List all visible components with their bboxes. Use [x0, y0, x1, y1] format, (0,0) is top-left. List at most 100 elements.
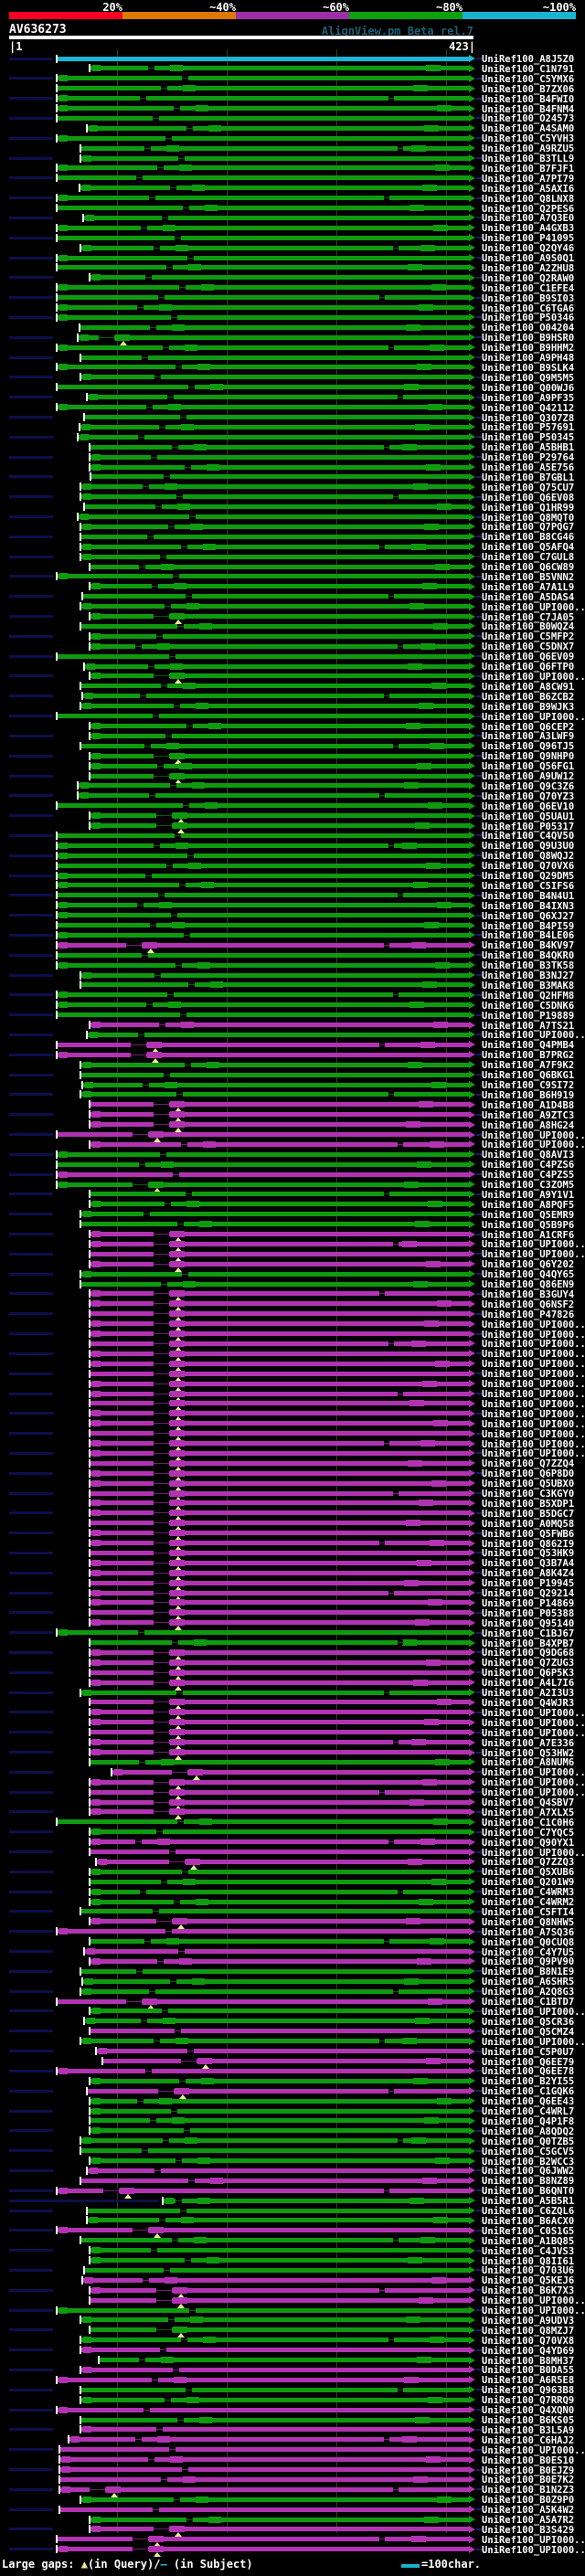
- alignment-bar[interactable]: [84, 415, 469, 419]
- alignment-bar[interactable]: [90, 1620, 469, 1626]
- alignment-bar[interactable]: [80, 155, 469, 161]
- alignment-bar[interactable]: [57, 923, 469, 928]
- subject-label[interactable]: UniRef100_Q4PMB4: [482, 1041, 574, 1051]
- subject-label[interactable]: UniRef100_B4FNM4: [482, 104, 574, 114]
- subject-label[interactable]: UniRef100_Q0TZB5: [482, 2136, 574, 2147]
- subject-label[interactable]: UniRef100_UPI000..: [482, 1439, 585, 1449]
- subject-label[interactable]: UniRef100_UPI000..: [482, 1410, 585, 1420]
- subject-label[interactable]: UniRef100_UPI000..: [482, 1240, 585, 1250]
- alignment-bar[interactable]: [57, 2307, 469, 2313]
- alignment-bar[interactable]: [90, 1958, 469, 1964]
- alignment-bar[interactable]: [80, 2427, 469, 2433]
- alignment-bar[interactable]: [90, 1141, 469, 1147]
- subject-label[interactable]: UniRef100_B3TLL9: [482, 154, 574, 164]
- alignment-bar[interactable]: [57, 714, 469, 719]
- alignment-bar[interactable]: [57, 903, 469, 908]
- alignment-bar[interactable]: [90, 1351, 469, 1356]
- alignment-bar[interactable]: [90, 1391, 469, 1396]
- subject-label[interactable]: UniRef100_Q5AFQ4: [482, 543, 574, 553]
- subject-label[interactable]: UniRef100_Q7ZZQ4: [482, 1459, 574, 1469]
- alignment-bar[interactable]: [80, 743, 469, 748]
- alignment-bar[interactable]: [90, 2297, 469, 2303]
- alignment-bar[interactable]: [90, 763, 469, 769]
- alignment-bar[interactable]: [102, 2059, 469, 2063]
- alignment-bar[interactable]: [57, 76, 469, 81]
- alignment-bar[interactable]: [90, 2248, 469, 2253]
- alignment-bar[interactable]: [80, 623, 469, 629]
- subject-label[interactable]: UniRef100_UPI000..: [482, 2037, 585, 2047]
- alignment-bar[interactable]: [90, 673, 469, 679]
- subject-label[interactable]: UniRef100_A9RZU5: [482, 144, 574, 154]
- subject-label[interactable]: UniRef100_A6R5E8: [482, 2376, 574, 2386]
- subject-label[interactable]: UniRef100_B5XDP1: [482, 1500, 574, 1510]
- subject-label[interactable]: UniRef100_B6ACX0: [482, 2217, 574, 2227]
- alignment-bar[interactable]: [112, 1769, 469, 1775]
- subject-label[interactable]: UniRef100_C5P0U7: [482, 2047, 574, 2057]
- alignment-bar[interactable]: [90, 1680, 469, 1685]
- subject-label[interactable]: UniRef100_Q5UAU1: [482, 811, 574, 822]
- alignment-bar[interactable]: [90, 1311, 469, 1317]
- alignment-bar[interactable]: [87, 2208, 469, 2213]
- subject-label[interactable]: UniRef100_UPI000..: [482, 1778, 585, 1788]
- alignment-bar[interactable]: [59, 2507, 469, 2512]
- alignment-bar[interactable]: [90, 2118, 469, 2124]
- alignment-bar[interactable]: [80, 2387, 469, 2392]
- subject-label[interactable]: UniRef100_A7Q3E0: [482, 214, 574, 224]
- alignment-bar[interactable]: [57, 2547, 469, 2552]
- subject-label[interactable]: UniRef100_UPI000..: [482, 2536, 585, 2546]
- subject-label[interactable]: UniRef100_A7A1L9: [482, 583, 574, 593]
- subject-label[interactable]: UniRef100_A2ZHU8: [482, 264, 574, 274]
- alignment-bar[interactable]: [80, 524, 469, 529]
- subject-label[interactable]: UniRef100_A9PH48: [482, 354, 574, 364]
- subject-label[interactable]: UniRef100_B7PRG2: [482, 1051, 574, 1061]
- subject-label[interactable]: UniRef100_A4GXB3: [482, 224, 574, 234]
- subject-label[interactable]: UniRef100_B4XPB7: [482, 1638, 574, 1648]
- subject-label[interactable]: UniRef100_C5DNX7: [482, 642, 574, 652]
- subject-label[interactable]: UniRef100_UPI000..: [482, 2546, 585, 2556]
- alignment-bar[interactable]: [78, 514, 469, 520]
- alignment-bar[interactable]: [57, 962, 469, 968]
- alignment-bar[interactable]: [80, 982, 469, 988]
- subject-label[interactable]: UniRef100_P50345: [482, 433, 574, 443]
- subject-label[interactable]: UniRef100_B9WJK3: [482, 702, 574, 712]
- subject-label[interactable]: UniRef100_Q8WQJ2: [482, 852, 574, 862]
- alignment-bar[interactable]: [80, 494, 469, 500]
- alignment-bar[interactable]: [90, 1869, 469, 1874]
- subject-label[interactable]: UniRef100_B4IXN3: [482, 902, 574, 912]
- subject-label[interactable]: UniRef100_A7XLX5: [482, 1808, 574, 1818]
- subject-label[interactable]: UniRef100_Q703U6: [482, 2266, 574, 2276]
- alignment-bar[interactable]: [82, 2277, 469, 2283]
- subject-label[interactable]: UniRef100_Q9PV90: [482, 1957, 574, 1967]
- subject-label[interactable]: UniRef100_Q6P8D0: [482, 1469, 574, 1479]
- alignment-bar[interactable]: [90, 2128, 469, 2134]
- alignment-bar[interactable]: [80, 1281, 469, 1287]
- alignment-bar[interactable]: [59, 2476, 469, 2482]
- subject-label[interactable]: UniRef100_B9SI03: [482, 293, 574, 303]
- subject-label[interactable]: UniRef100_Q9M5M5: [482, 374, 574, 384]
- alignment-row[interactable]: UniRef100_UPI000..: [0, 2545, 585, 2558]
- subject-label[interactable]: UniRef100_Q6EE79: [482, 2057, 574, 2067]
- subject-label[interactable]: UniRef100_Q5XUB6: [482, 1868, 574, 1878]
- alignment-bar[interactable]: [90, 1649, 469, 1655]
- subject-label[interactable]: UniRef100_Q53HK9: [482, 1549, 574, 1559]
- subject-label[interactable]: UniRef100_Q3B7A4: [482, 1559, 574, 1569]
- subject-label[interactable]: UniRef100_UPI000..: [482, 1449, 585, 1459]
- subject-label[interactable]: UniRef100_A5B5R1: [482, 2197, 574, 2207]
- subject-label[interactable]: UniRef100_UPI000..: [482, 1768, 585, 1778]
- alignment-bar[interactable]: [90, 474, 469, 480]
- alignment-bar[interactable]: [57, 305, 469, 311]
- subject-label[interactable]: UniRef100_C5DNK6: [482, 1002, 574, 1012]
- subject-label[interactable]: UniRef100_Q6CEP2: [482, 722, 574, 732]
- alignment-bar[interactable]: [57, 832, 469, 838]
- subject-label[interactable]: UniRef100_A4L7I6: [482, 1679, 574, 1689]
- subject-label[interactable]: UniRef100_Q6EV10: [482, 801, 574, 811]
- alignment-bar[interactable]: [57, 1012, 469, 1018]
- subject-label[interactable]: UniRef100_C5IFS6: [482, 882, 574, 892]
- subject-label[interactable]: UniRef100_Q201W9: [482, 1878, 574, 1888]
- subject-label[interactable]: UniRef100_A5DAS4: [482, 593, 574, 603]
- alignment-bar[interactable]: [90, 1829, 469, 1835]
- subject-label[interactable]: UniRef100_Q6P5K3: [482, 1669, 574, 1679]
- alignment-bar[interactable]: [90, 1431, 469, 1436]
- alignment-bar[interactable]: [90, 1511, 469, 1516]
- subject-label[interactable]: UniRef100_B2YI55: [482, 2077, 574, 2087]
